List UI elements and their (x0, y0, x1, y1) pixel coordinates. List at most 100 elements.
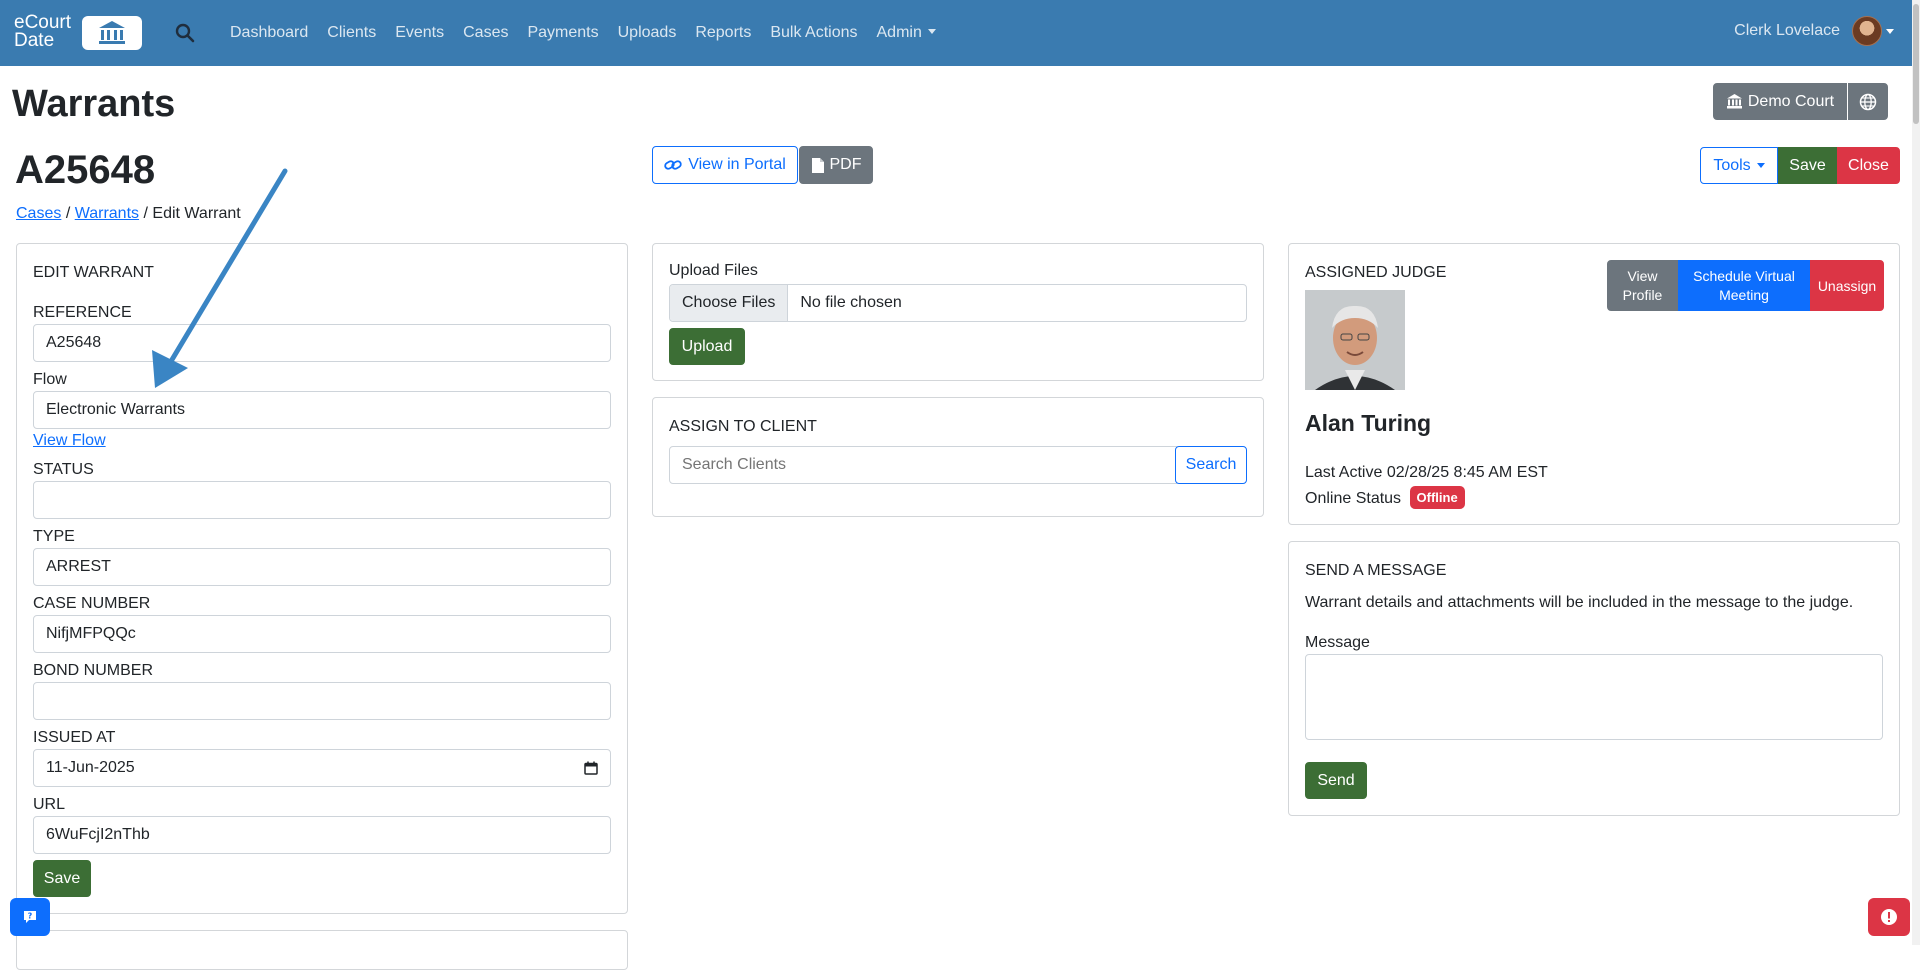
save-button[interactable]: Save (1778, 147, 1837, 184)
file-pdf-icon (811, 157, 824, 173)
breadcrumb-current: Edit Warrant (152, 205, 241, 222)
issued-at-value: 11-Jun-2025 (46, 759, 135, 776)
send-button[interactable]: Send (1305, 762, 1367, 799)
search-clients-button[interactable]: Search (1175, 446, 1247, 484)
breadcrumb-cases[interactable]: Cases (16, 205, 61, 222)
file-input[interactable]: Choose Files No file chosen (669, 284, 1247, 322)
next-card (16, 930, 628, 970)
page-scrollbar[interactable] (1912, 0, 1920, 945)
link-icon (664, 160, 682, 170)
courthouse-icon (82, 16, 142, 50)
edit-warrant-card: EDIT WARRANT REFERENCE A25648 Flow Elect… (16, 243, 628, 914)
nav-uploads[interactable]: Uploads (618, 24, 677, 42)
status-label: STATUS (33, 461, 94, 478)
tools-dropdown[interactable]: Tools (1700, 147, 1778, 184)
chat-icon: ? (24, 911, 36, 923)
unassign-label: Unassign (1817, 277, 1877, 294)
pdf-button[interactable]: PDF (799, 146, 873, 184)
online-status-label: Online Status (1305, 490, 1402, 507)
breadcrumb-separator: / (65, 205, 71, 222)
message-textarea[interactable] (1305, 654, 1883, 740)
view-profile-button[interactable]: View Profile (1607, 260, 1678, 311)
brand-line-2: Date (14, 30, 55, 51)
card-title: EDIT WARRANT (33, 264, 154, 281)
tools-label: Tools (1713, 156, 1751, 174)
scrollbar-thumb[interactable] (1913, 4, 1919, 124)
url-label: URL (33, 796, 66, 813)
nav-cases[interactable]: Cases (463, 24, 508, 42)
judge-name: Alan Turing (1305, 410, 1432, 436)
close-label: Close (1848, 156, 1889, 174)
main-nav: Dashboard Clients Events Cases Payments … (230, 0, 955, 66)
search-clients-input[interactable] (669, 446, 1177, 484)
unassign-button[interactable]: Unassign (1810, 260, 1884, 311)
nav-events[interactable]: Events (395, 24, 444, 42)
card-title: ASSIGNED JUDGE (1305, 264, 1447, 281)
user-name: Clerk Lovelace (1734, 22, 1840, 39)
schedule-meeting-button[interactable]: Schedule Virtual Meeting (1678, 260, 1810, 311)
file-input-status: No file chosen (800, 294, 902, 311)
save-label: Save (1789, 156, 1826, 174)
send-label: Send (1317, 771, 1355, 789)
nav-clients[interactable]: Clients (327, 24, 376, 42)
choose-files-button[interactable]: Choose Files (670, 285, 789, 321)
svg-text:?: ? (28, 912, 33, 921)
card-title: SEND A MESSAGE (1305, 562, 1447, 579)
form-save-button[interactable]: Save (33, 860, 91, 897)
upload-files-label: Upload Files (669, 262, 758, 279)
nav-admin-label: Admin (876, 24, 922, 41)
court-selector-button[interactable]: Demo Court (1713, 83, 1847, 120)
message-label: Message (1305, 634, 1370, 651)
schedule-meeting-label: Schedule Virtual Meeting (1693, 267, 1795, 303)
pdf-label: PDF (829, 156, 862, 173)
assign-client-card: ASSIGN TO CLIENT Search (652, 397, 1264, 517)
breadcrumb: Cases / Warrants / Edit Warrant (16, 205, 241, 223)
brand-logo[interactable]: eCourt Date (14, 13, 142, 52)
view-in-portal-button[interactable]: View in Portal (652, 146, 798, 184)
type-input[interactable]: ARREST (33, 548, 611, 586)
globe-icon (1859, 93, 1877, 110)
upload-button-label: Upload (681, 337, 733, 355)
user-menu[interactable]: Clerk Lovelace (1734, 16, 1894, 46)
top-navbar: eCourt Date Dashboard Clients Events Cas… (0, 0, 1920, 66)
breadcrumb-separator: / (143, 205, 148, 222)
courthouse-icon (1726, 94, 1742, 109)
nav-dashboard[interactable]: Dashboard (230, 24, 308, 42)
calendar-icon[interactable] (584, 761, 598, 775)
close-button[interactable]: Close (1837, 147, 1900, 184)
brand-text: eCourt Date (14, 13, 71, 51)
chevron-down-icon (927, 29, 936, 34)
reference-input[interactable]: A25648 (33, 324, 611, 362)
bond-number-label: BOND NUMBER (33, 662, 154, 679)
nav-bulk-actions[interactable]: Bulk Actions (770, 24, 857, 42)
breadcrumb-warrants[interactable]: Warrants (75, 205, 139, 222)
record-id-heading: A25648 (15, 148, 156, 192)
issued-at-label: ISSUED AT (33, 729, 116, 746)
alert-button[interactable] (1868, 898, 1910, 936)
upload-button[interactable]: Upload (669, 328, 745, 365)
send-message-card: SEND A MESSAGE Warrant details and attac… (1288, 541, 1900, 816)
page-title: Warrants (12, 83, 176, 125)
nav-payments[interactable]: Payments (527, 24, 598, 42)
nav-admin-dropdown[interactable]: Admin (877, 24, 936, 42)
court-name: Demo Court (1747, 92, 1835, 110)
issued-at-date-input[interactable]: 11-Jun-2025 (33, 749, 611, 787)
judge-last-active: Last Active 02/28/25 8:45 AM EST (1305, 464, 1548, 481)
nav-reports[interactable]: Reports (695, 24, 751, 42)
chat-button[interactable]: ? (10, 898, 50, 936)
search-clients-label: Search (1185, 456, 1237, 473)
form-save-label: Save (43, 869, 81, 887)
language-button[interactable] (1848, 83, 1888, 120)
upload-files-card: Upload Files Choose Files No file chosen… (652, 243, 1264, 381)
chevron-down-icon (1756, 163, 1765, 168)
type-label: TYPE (33, 528, 75, 545)
flow-input[interactable]: Electronic Warrants (33, 391, 611, 429)
view-flow-link[interactable]: View Flow (33, 432, 106, 450)
search-icon[interactable] (174, 22, 196, 44)
view-in-portal-label: View in Portal (688, 156, 786, 173)
url-input[interactable]: 6WuFcjI2nThb (33, 816, 611, 854)
case-number-label: CASE NUMBER (33, 595, 151, 612)
status-select[interactable] (33, 481, 611, 519)
case-number-input[interactable]: NifjMFPQQc (33, 615, 611, 653)
bond-number-input[interactable] (33, 682, 611, 720)
